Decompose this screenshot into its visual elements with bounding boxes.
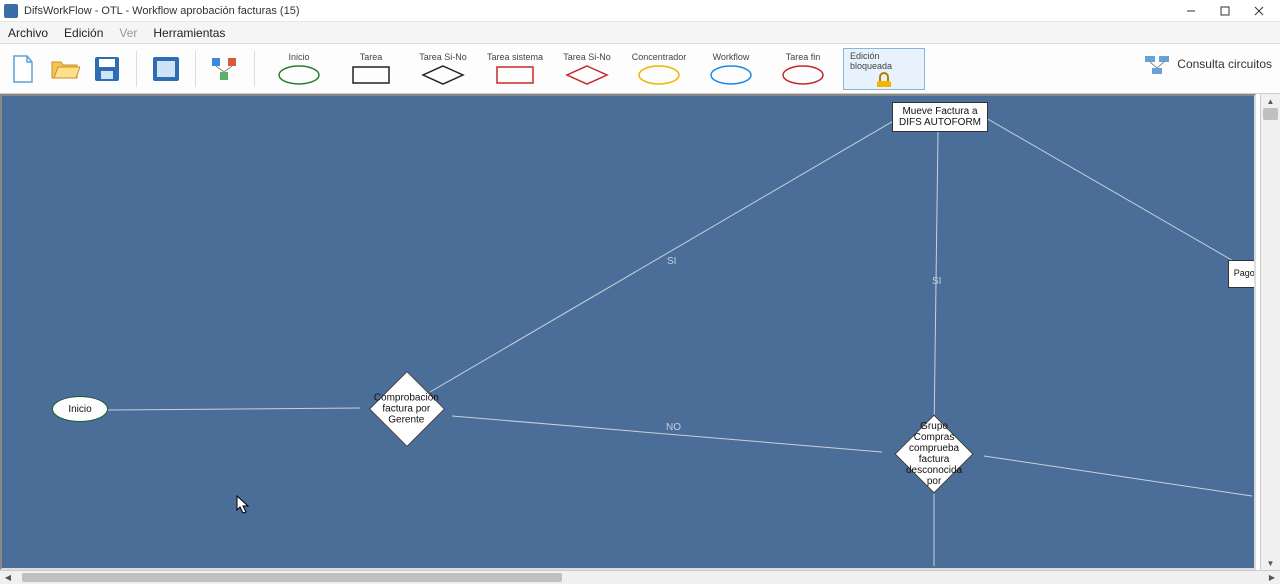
node-grupo-label: Grupo Compras comprueba factura desconoc… xyxy=(904,419,964,489)
node-mueve-label: Mueve Factura a DIFS AUTOFORM xyxy=(893,104,987,130)
window-titlebar: DifsWorkFlow - OTL - Workflow aprobación… xyxy=(0,0,1280,22)
shape-tarea-fin[interactable]: Tarea fin xyxy=(771,52,835,86)
fit-button[interactable] xyxy=(149,52,183,86)
minimize-button[interactable] xyxy=(1174,0,1208,22)
window-title: DifsWorkFlow - OTL - Workflow aprobación… xyxy=(24,5,1174,17)
shape-workflow-label: Workflow xyxy=(713,52,750,62)
shape-workflow[interactable]: Workflow xyxy=(699,52,763,86)
horizontal-scrollbar[interactable]: ◀ ▶ xyxy=(0,570,1280,584)
shape-inicio-label: Inicio xyxy=(288,52,309,62)
vscroll-thumb[interactable] xyxy=(1263,108,1278,120)
menu-herramientas[interactable]: Herramientas xyxy=(153,26,225,40)
new-file-button[interactable] xyxy=(6,52,40,86)
separator xyxy=(195,51,196,87)
menu-bar: Archivo Edición Ver Herramientas xyxy=(0,22,1280,44)
consulta-circuitos-button[interactable]: Consulta circuitos xyxy=(1143,52,1272,76)
lock-icon xyxy=(873,71,895,87)
open-folder-icon xyxy=(50,56,80,82)
separator xyxy=(136,51,137,87)
shape-tarea-sistema[interactable]: Tarea sistema xyxy=(483,52,547,86)
node-comprobacion[interactable]: Comprobación factura por Gerente xyxy=(369,371,445,447)
node-grupo-compras[interactable]: Grupo Compras comprueba factura desconoc… xyxy=(894,414,973,493)
scroll-down-icon[interactable]: ▼ xyxy=(1261,556,1280,570)
scroll-left-icon[interactable]: ◀ xyxy=(0,571,16,584)
menu-ver[interactable]: Ver xyxy=(119,26,137,40)
close-button[interactable] xyxy=(1242,0,1276,22)
save-icon xyxy=(93,55,121,83)
hscroll-thumb[interactable] xyxy=(22,573,562,582)
consulta-label: Consulta circuitos xyxy=(1177,57,1272,71)
maximize-button[interactable] xyxy=(1208,0,1242,22)
edge-label-si1: SI xyxy=(667,256,676,267)
shape-tarea-label: Tarea xyxy=(360,52,383,62)
edge-label-no: NO xyxy=(666,422,681,433)
shape-tarea-fin-label: Tarea fin xyxy=(786,52,821,62)
cursor-icon xyxy=(236,495,250,515)
separator xyxy=(254,51,255,87)
edit-lock-label: Edición bloqueada xyxy=(850,51,918,71)
new-file-icon xyxy=(10,54,36,84)
shape-tarea-sino-label: Tarea Si-No xyxy=(419,52,467,62)
shape-concentrador[interactable]: Concentrador xyxy=(627,52,691,86)
layout-button[interactable] xyxy=(208,52,242,86)
circuits-icon xyxy=(1143,52,1171,76)
workflow-canvas[interactable]: SI NO SI Inicio Comprobación factura por… xyxy=(0,94,1256,570)
edit-lock-button[interactable]: Edición bloqueada xyxy=(843,48,925,90)
shape-tarea-sino-2-label: Tarea Si-No xyxy=(563,52,611,62)
node-pago[interactable]: Pago mover xyxy=(1228,260,1256,288)
shape-tarea-sino[interactable]: Tarea Si-No xyxy=(411,52,475,86)
scroll-right-icon[interactable]: ▶ xyxy=(1264,571,1280,584)
menu-edicion[interactable]: Edición xyxy=(64,26,103,40)
fit-icon xyxy=(151,55,181,83)
shape-tarea[interactable]: Tarea xyxy=(339,52,403,86)
node-pago-label: Pago mover xyxy=(1232,267,1256,281)
layout-icon xyxy=(210,56,240,82)
app-icon xyxy=(4,4,18,18)
save-button[interactable] xyxy=(90,52,124,86)
shape-tarea-sistema-label: Tarea sistema xyxy=(487,52,543,62)
open-button[interactable] xyxy=(48,52,82,86)
node-mueve-factura[interactable]: Mueve Factura a DIFS AUTOFORM xyxy=(892,102,988,132)
vertical-scrollbar[interactable]: ▲ ▼ xyxy=(1260,94,1280,570)
shape-concentrador-label: Concentrador xyxy=(632,52,687,62)
edge-layer: SI NO SI xyxy=(2,96,1254,568)
canvas-area: SI NO SI Inicio Comprobación factura por… xyxy=(0,94,1280,570)
shape-tarea-sino-2[interactable]: Tarea Si-No xyxy=(555,52,619,86)
shape-inicio[interactable]: Inicio xyxy=(267,52,331,86)
node-comprobacion-label: Comprobación factura por Gerente xyxy=(372,391,441,428)
node-inicio[interactable]: Inicio xyxy=(52,396,108,422)
toolbar: Inicio Tarea Tarea Si-No Tarea sistema T… xyxy=(0,44,1280,94)
edge-label-si2: SI xyxy=(932,276,941,287)
menu-archivo[interactable]: Archivo xyxy=(8,26,48,40)
node-inicio-label: Inicio xyxy=(66,402,93,417)
scroll-up-icon[interactable]: ▲ xyxy=(1261,94,1280,108)
